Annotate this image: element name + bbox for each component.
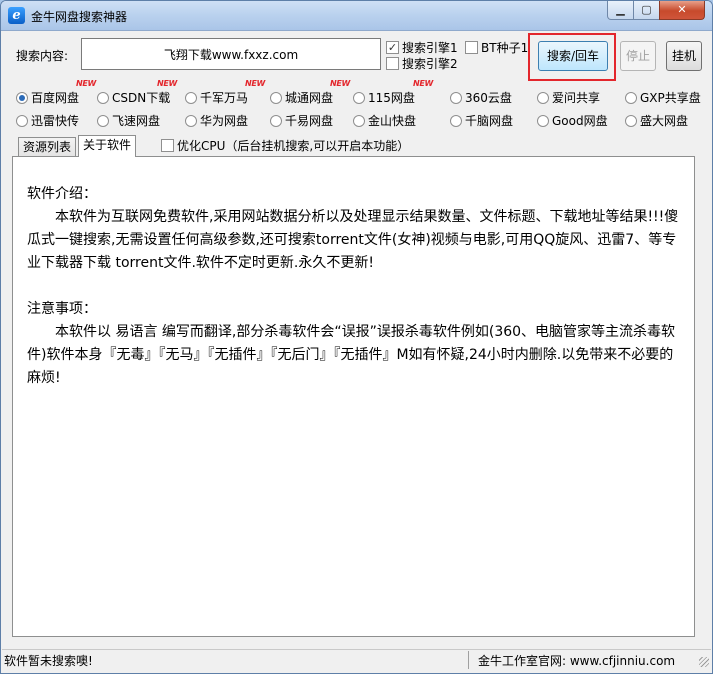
source-row1-radio-3[interactable]: 城通网盘 (270, 89, 333, 106)
radio-dot-icon (270, 91, 282, 104)
source-row1-radio-7[interactable]: GXP共享盘 (625, 89, 701, 106)
radio-dot-icon (97, 91, 109, 104)
radio-dot-icon (16, 114, 28, 127)
source-row1-radio-0[interactable]: 百度网盘 (16, 89, 79, 106)
new-badge: NEW (413, 79, 434, 88)
source-row1-radio-5[interactable]: 360云盘 (450, 89, 512, 106)
radio-dot-icon (97, 114, 109, 127)
title-bar[interactable]: e 金牛网盘搜索神器 ▁ ▢ ✕ (1, 1, 712, 31)
status-left: 软件暂未搜索噢! (4, 654, 93, 668)
source-row2-radio-6[interactable]: Good网盘 (537, 112, 608, 129)
engine2-checkbox[interactable]: 搜索引擎2 (386, 55, 458, 72)
source-row1-label: 爱问共享 (552, 91, 601, 105)
source-row1-radio-2[interactable]: 千军万马 (185, 89, 248, 106)
source-row2-label: 飞速网盘 (112, 114, 161, 128)
app-window: e 金牛网盘搜索神器 ▁ ▢ ✕ 搜索内容: ✓ 搜索引擎1 搜索引擎2 BT种… (0, 0, 713, 674)
radio-dot-icon (537, 91, 549, 104)
radio-dot-icon (450, 91, 462, 104)
source-row2-label: 千脑网盘 (465, 114, 514, 128)
source-row1-label: 115网盘 (368, 91, 415, 105)
optimize-cpu-label: 优化CPU（后台挂机搜索,可以开启本功能） (177, 139, 410, 153)
source-row2-radio-0[interactable]: 迅雷快传 (16, 112, 79, 129)
source-row2-label: 千易网盘 (285, 114, 334, 128)
radio-dot-icon (353, 114, 365, 127)
source-row2-radio-2[interactable]: 华为网盘 (185, 112, 248, 129)
tab-about[interactable]: 关于软件 (78, 135, 137, 157)
new-badge: NEW (157, 79, 178, 88)
engine2-label: 搜索引擎2 (402, 57, 458, 71)
source-row2-radio-1[interactable]: 飞速网盘 (97, 112, 160, 129)
search-label: 搜索内容: (16, 49, 69, 63)
close-button[interactable]: ✕ (659, 1, 705, 20)
radio-dot-icon (625, 114, 637, 127)
engine1-label: 搜索引擎1 (402, 41, 458, 55)
source-row2-radio-4[interactable]: 金山快盘 (353, 112, 416, 129)
source-row2-radio-7[interactable]: 盛大网盘 (625, 112, 688, 129)
source-row1-label: 百度网盘 (31, 91, 80, 105)
source-row1-radio-6[interactable]: 爱问共享 (537, 89, 600, 106)
search-input[interactable] (81, 38, 381, 70)
status-website[interactable]: 金牛工作室官网: www.cfjinniu.com (478, 652, 675, 669)
source-row2-label: 金山快盘 (368, 114, 417, 128)
new-badge: NEW (245, 79, 266, 88)
source-row1-label: CSDN下载 (112, 91, 171, 105)
hangup-button[interactable]: 挂机 (666, 41, 702, 71)
notes-text: 本软件以 易语言 编写而翻译,部分杀毒软件会“误报”误报杀毒软件例如(360、电… (27, 324, 676, 386)
window-title: 金牛网盘搜索神器 (31, 10, 128, 24)
maximize-button[interactable]: ▢ (633, 1, 660, 20)
search-button[interactable]: 搜索/回车 (538, 41, 608, 71)
source-row2-radio-5[interactable]: 千脑网盘 (450, 112, 513, 129)
radio-dot-icon (537, 114, 549, 127)
client-area: 搜索内容: ✓ 搜索引擎1 搜索引擎2 BT种子1 搜索/回车 停止 挂机 百度… (2, 31, 711, 669)
status-bar: 软件暂未搜索噢! 金牛工作室官网: www.cfjinniu.com (2, 649, 711, 669)
source-row1-radio-4[interactable]: 115网盘 (353, 89, 415, 106)
resize-grip-icon[interactable] (699, 657, 709, 667)
radio-dot-icon (16, 91, 28, 104)
tab-resource-list[interactable]: 资源列表 (18, 137, 77, 157)
about-panel: 软件介绍： 本软件为互联网免费软件,采用网站数据分析以及处理显示结果数量、文件标… (12, 156, 695, 637)
stop-button[interactable]: 停止 (620, 41, 656, 71)
optimize-cpu-checkbox[interactable]: 优化CPU（后台挂机搜索,可以开启本功能） (161, 137, 409, 154)
minimize-button[interactable]: ▁ (607, 1, 634, 20)
bt-seed-label: BT种子1 (481, 41, 529, 55)
source-row1-label: 360云盘 (465, 91, 512, 105)
radio-dot-icon (185, 91, 197, 104)
check-icon: ✓ (386, 41, 399, 54)
radio-dot-icon (353, 91, 365, 104)
radio-dot-icon (185, 114, 197, 127)
source-row1-label: GXP共享盘 (640, 91, 701, 105)
radio-dot-icon (625, 91, 637, 104)
source-row2-label: 华为网盘 (200, 114, 249, 128)
source-row2-label: 盛大网盘 (640, 114, 689, 128)
source-row1-label: 千军万马 (200, 91, 249, 105)
radio-dot-icon (450, 114, 462, 127)
source-row2-label: Good网盘 (552, 114, 608, 128)
intro-title: 软件介绍： (27, 186, 97, 202)
notes-title: 注意事项： (27, 301, 97, 317)
source-row1-label: 城通网盘 (285, 91, 334, 105)
new-badge: NEW (330, 79, 351, 88)
radio-dot-icon (270, 114, 282, 127)
source-row1-radio-1[interactable]: CSDN下载 (97, 89, 170, 106)
source-row2-label: 迅雷快传 (31, 114, 80, 128)
source-row2-radio-3[interactable]: 千易网盘 (270, 112, 333, 129)
new-badge: NEW (76, 79, 97, 88)
ie-logo-icon: e (8, 7, 25, 24)
engine1-checkbox[interactable]: ✓ 搜索引擎1 (386, 39, 458, 56)
intro-text: 本软件为互联网免费软件,采用网站数据分析以及处理显示结果数量、文件标题、下载地址… (27, 209, 679, 271)
bt-seed-checkbox[interactable]: BT种子1 (465, 39, 528, 56)
